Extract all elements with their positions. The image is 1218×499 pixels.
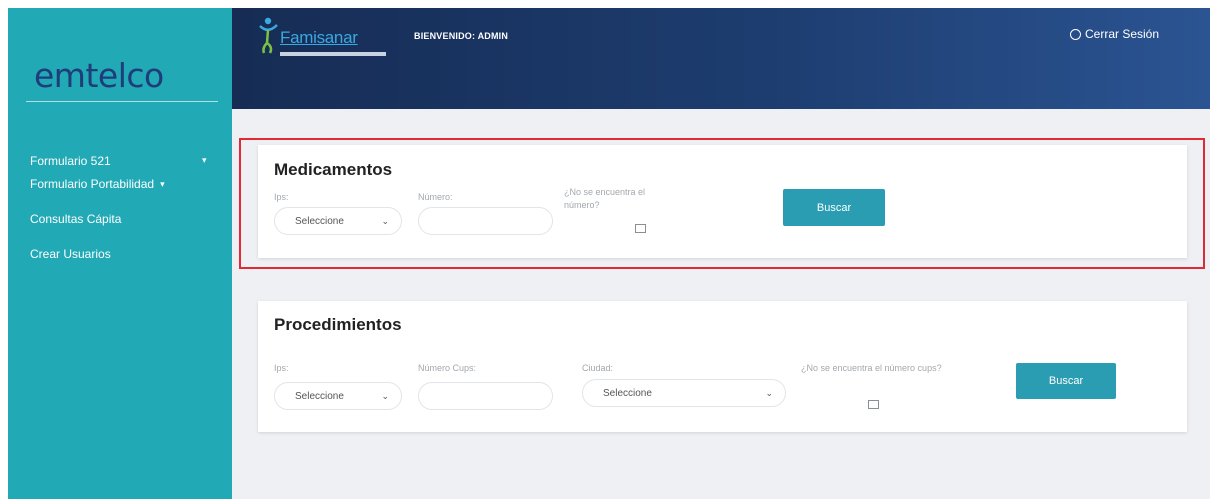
ips-select[interactable]: Seleccione ⌄ — [274, 382, 402, 410]
sidebar-item-crear-usuarios[interactable]: Crear Usuarios — [30, 243, 111, 265]
selection-highlight — [239, 138, 1205, 269]
numero-cups-input[interactable] — [418, 382, 553, 410]
ciudad-label: Ciudad: — [582, 363, 614, 373]
emtelco-logo: emtelco — [34, 56, 164, 95]
chevron-down-icon: ▾ — [202, 155, 207, 165]
sidebar-item-formulario-521[interactable]: Formulario 521 ▾ — [30, 150, 207, 172]
chevron-down-icon: ▾ — [160, 178, 165, 189]
numero-cups-label: Número Cups: — [418, 363, 477, 373]
ciudad-select[interactable]: Seleccione ⌄ — [582, 379, 786, 407]
procedimientos-card: Procedimientos Ips: Seleccione ⌄ Número … — [258, 301, 1187, 432]
buscar-button[interactable]: Buscar — [1016, 363, 1116, 399]
welcome-text: BIENVENIDO: ADMIN — [414, 31, 509, 41]
app-window: emtelco Formulario 521 ▾ Formulario Port… — [0, 0, 1218, 499]
ciudad-select-value: Seleccione — [603, 387, 652, 399]
sidebar-item-formulario-portabilidad[interactable]: Formulario Portabilidad ▾ — [30, 173, 165, 195]
brand-name: Famisanar — [280, 28, 358, 47]
logout-label: Cerrar Sesión — [1085, 27, 1160, 41]
sidebar-divider — [26, 101, 218, 102]
chevron-down-icon: ⌄ — [381, 391, 389, 401]
famisanar-logo: Famisanar — [258, 16, 390, 56]
sidebar-item-label: Crear Usuarios — [30, 247, 111, 261]
brand-underbar — [280, 52, 386, 56]
sidebar-item-label: Formulario 521 — [30, 154, 111, 168]
sidebar-item-label: Formulario Portabilidad — [30, 177, 155, 191]
no-encuentra-cups-label: ¿No se encuentra el número cups? — [801, 363, 942, 373]
sidebar-item-label: Consultas Cápita — [30, 212, 122, 226]
sidebar: emtelco Formulario 521 ▾ Formulario Port… — [8, 8, 232, 499]
power-icon — [1070, 28, 1081, 40]
chevron-down-icon: ⌄ — [765, 388, 773, 398]
ips-label: Ips: — [274, 363, 289, 373]
no-encuentra-cups-checkbox[interactable] — [868, 400, 879, 409]
procedimientos-title: Procedimientos — [274, 315, 402, 334]
famisanar-figure-icon — [259, 17, 278, 54]
ips-select-value: Seleccione — [295, 390, 344, 402]
sidebar-item-consultas-capita[interactable]: Consultas Cápita — [30, 208, 121, 230]
top-header: Famisanar BIENVENIDO: ADMIN Cerrar Sesió… — [232, 8, 1210, 109]
logout-button[interactable]: Cerrar Sesión — [1070, 27, 1159, 41]
